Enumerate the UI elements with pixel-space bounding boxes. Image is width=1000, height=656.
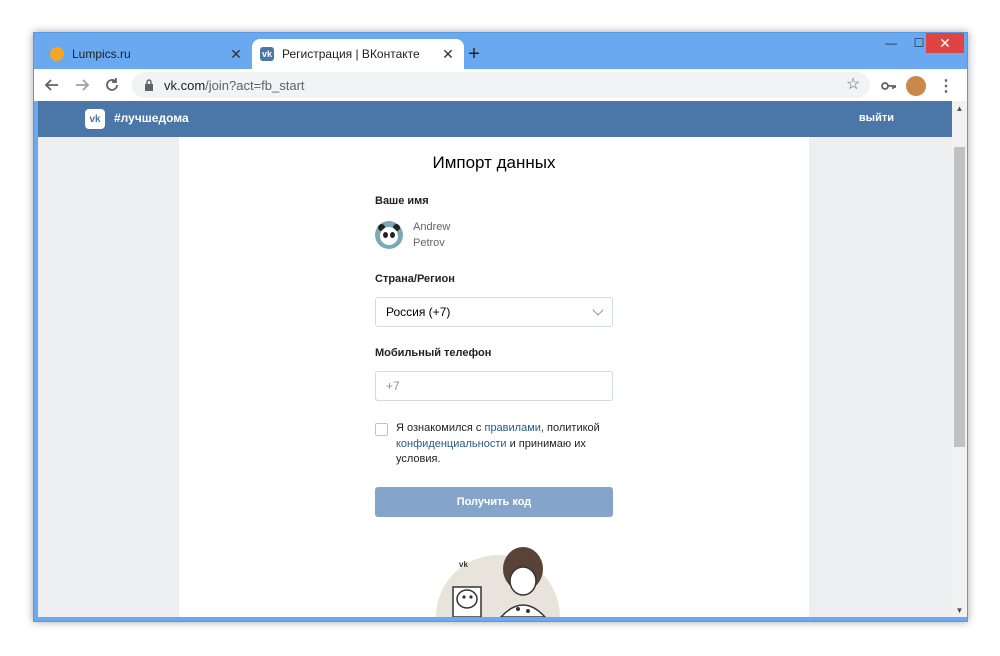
first-name: Andrew	[413, 221, 451, 233]
vk-logo-icon[interactable]: vk	[85, 109, 105, 129]
agreement: Я ознакомился с правилами, политикой кон…	[375, 421, 613, 468]
tab-strip: Lumpics.ru ✕ vk Регистрация | ВКонтакте …	[34, 33, 967, 69]
browser-toolbar: vk.com/join?act=fb_start ☆ ⋮	[34, 69, 967, 101]
vk-header: vk #лучшедома выйти	[38, 101, 952, 137]
vk-hashtag[interactable]: #лучшедома	[114, 111, 189, 125]
import-form: Ваше имя Andrew Petrov Страна/Регион Рос…	[375, 195, 613, 517]
agreement-text: Я ознакомился с правилами, политикой кон…	[396, 422, 600, 465]
lock-icon	[145, 79, 153, 91]
new-tab-button[interactable]: +	[462, 42, 486, 66]
browser-window: Lumpics.ru ✕ vk Регистрация | ВКонтакте …	[33, 32, 968, 622]
name-label: Ваше имя	[375, 195, 429, 207]
import-card: Импорт данных Ваше имя Andrew Petrov Стр…	[179, 137, 809, 617]
phone-input[interactable]: +7	[375, 371, 613, 401]
phone-placeholder: +7	[386, 379, 400, 393]
svg-text:vk: vk	[459, 560, 468, 569]
user-name: Andrew Petrov	[413, 219, 450, 251]
rules-link[interactable]: правилами	[484, 422, 540, 434]
profile-avatar[interactable]	[906, 76, 926, 96]
bookmark-star-icon[interactable]: ☆	[846, 74, 860, 94]
country-value: Россия (+7)	[386, 305, 451, 319]
scroll-thumb[interactable]	[954, 147, 965, 447]
forward-arrow-icon[interactable]	[70, 73, 94, 97]
country-label: Страна/Регион	[375, 273, 455, 285]
agree-checkbox[interactable]	[375, 423, 388, 436]
menu-dots-icon[interactable]: ⋮	[936, 76, 956, 96]
back-arrow-icon[interactable]	[40, 73, 64, 97]
tab-title: Lumpics.ru	[72, 47, 131, 61]
scroll-up-icon[interactable]: ▲	[952, 101, 967, 115]
chevron-down-icon	[592, 304, 604, 316]
close-window-button[interactable]: ✕	[926, 33, 964, 53]
privacy-link[interactable]: конфиденциальности	[396, 438, 507, 450]
tab-title: Регистрация | ВКонтакте	[282, 47, 420, 61]
scroll-down-icon[interactable]: ▼	[952, 603, 967, 617]
address-bar[interactable]: vk.com/join?act=fb_start	[132, 72, 870, 98]
tab-vk-registration[interactable]: vk Регистрация | ВКонтакте ✕	[252, 39, 464, 69]
url-host: vk.com	[164, 77, 206, 93]
tab-lumpics[interactable]: Lumpics.ru ✕	[42, 39, 252, 69]
phone-label: Мобильный телефон	[375, 347, 492, 359]
minimize-button[interactable]: —	[876, 33, 906, 53]
url-path: /join?act=fb_start	[205, 77, 305, 93]
close-tab-icon[interactable]: ✕	[440, 46, 456, 63]
close-tab-icon[interactable]: ✕	[228, 46, 244, 63]
reload-icon[interactable]	[100, 73, 124, 97]
key-icon[interactable]	[879, 76, 899, 96]
page-scrollbar[interactable]: ▲ ▼	[952, 101, 967, 617]
lumpics-orange-icon	[50, 47, 64, 61]
name-block: Andrew Petrov	[375, 219, 613, 251]
last-name: Petrov	[413, 237, 445, 249]
page-viewport: vk #лучшедома выйти Импорт данных Ваше и…	[38, 101, 952, 617]
avatar	[375, 221, 403, 249]
vk-icon: vk	[260, 47, 274, 61]
vk-mascot-illustration: vk	[436, 547, 560, 617]
page-title: Импорт данных	[432, 153, 556, 172]
get-code-button[interactable]: Получить код	[375, 486, 613, 517]
country-select[interactable]: Россия (+7)	[375, 297, 613, 327]
logout-link[interactable]: выйти	[859, 112, 894, 124]
